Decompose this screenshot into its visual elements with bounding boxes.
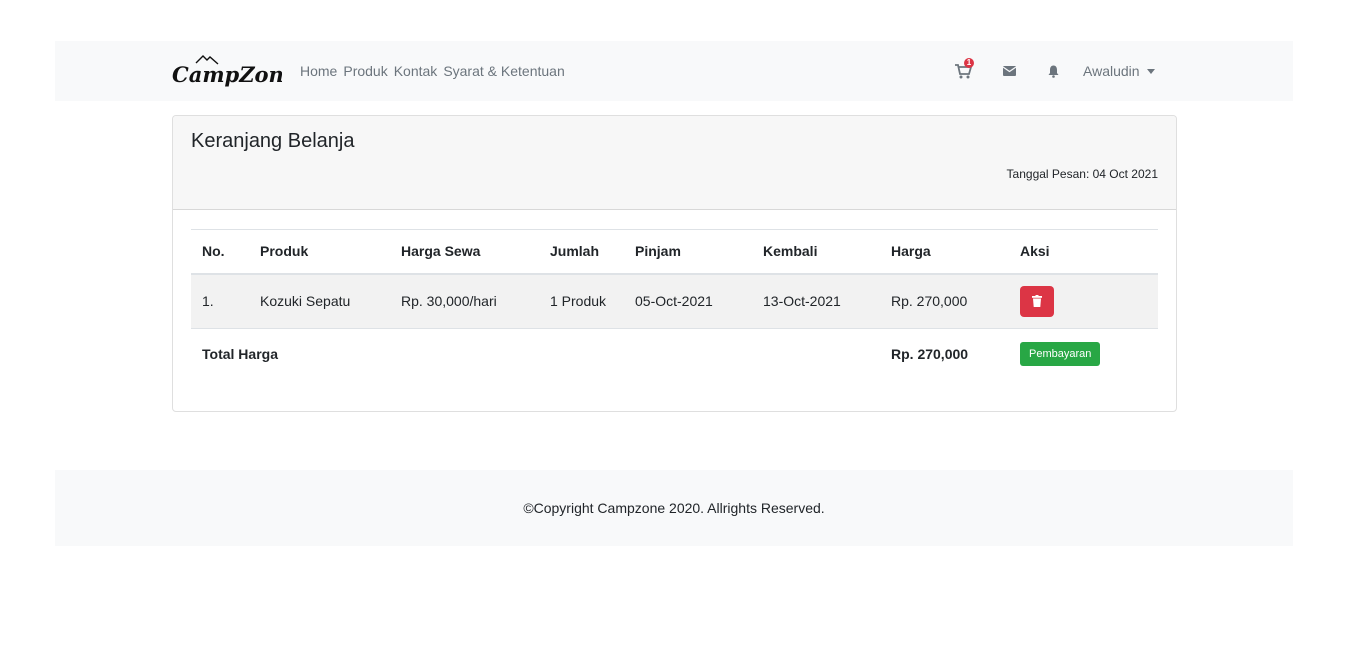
cart-card: Keranjang Belanja Tanggal Pesan: 04 Oct … — [172, 115, 1177, 412]
footer-copyright: ©Copyright Campzone 2020. Allrights Rese… — [523, 500, 825, 516]
page-title: Keranjang Belanja — [191, 130, 355, 152]
notifications-button[interactable] — [1043, 61, 1063, 81]
pay-button[interactable]: Pembayaran — [1020, 342, 1101, 367]
caret-down-icon — [1146, 68, 1155, 74]
cell-harga: Rp. 270,000 — [891, 293, 968, 310]
navbar: CampZone Home Produk Kontak Syarat & Ket… — [55, 41, 1293, 101]
cell-produk: Kozuki Sepatu — [260, 293, 351, 310]
cell-kembali: 13-Oct-2021 — [763, 293, 841, 310]
user-name: Awaludin — [1083, 63, 1140, 79]
nav-link-home[interactable]: Home — [300, 63, 337, 79]
cell-harga-sewa: Rp. 30,000/hari — [401, 293, 497, 310]
brand-logo[interactable]: CampZone — [172, 51, 297, 91]
envelope-icon — [1002, 66, 1016, 76]
cart-count-badge: 1 — [964, 58, 974, 68]
trash-icon — [1032, 295, 1042, 308]
total-row: Total Harga Rp. 270,000 Pembayaran — [191, 329, 1158, 380]
nav-links: Home Produk Kontak Syarat & Ketentuan — [300, 41, 571, 101]
footer: ©Copyright Campzone 2020. Allrights Rese… — [55, 470, 1293, 546]
cell-aksi — [1009, 274, 1158, 329]
nav-link-syarat[interactable]: Syarat & Ketentuan — [443, 63, 564, 79]
cell-no: 1. — [202, 293, 214, 310]
total-value: Rp. 270,000 — [891, 346, 969, 363]
table-header-row: No. Produk Harga Sewa Jumlah Pinjam Kemb… — [191, 229, 1158, 274]
cell-pay: Pembayaran — [1009, 329, 1158, 380]
cart-table: No. Produk Harga Sewa Jumlah Pinjam Kemb… — [191, 229, 1158, 380]
column-header-harga: Harga — [891, 243, 931, 260]
table-row: 1. Kozuki Sepatu Rp. 30,000/hari 1 Produ… — [191, 273, 1158, 329]
column-header-aksi: Aksi — [1020, 243, 1050, 260]
column-header-produk: Produk — [260, 243, 309, 260]
user-menu-dropdown[interactable]: Awaludin — [1083, 63, 1155, 79]
messages-button[interactable] — [999, 61, 1019, 81]
nav-link-kontak[interactable]: Kontak — [394, 63, 438, 79]
column-header-jumlah: Jumlah — [550, 243, 600, 260]
cell-pinjam: 05-Oct-2021 — [635, 293, 713, 310]
nav-right: 1 Awaludin — [953, 41, 1155, 101]
cart-button[interactable]: 1 — [953, 58, 974, 81]
order-date: Tanggal Pesan: 04 Oct 2021 — [1006, 167, 1158, 181]
column-header-harga-sewa: Harga Sewa — [401, 243, 481, 260]
nav-link-produk[interactable]: Produk — [343, 63, 387, 79]
column-header-pinjam: Pinjam — [635, 243, 681, 260]
delete-item-button[interactable] — [1020, 285, 1054, 317]
total-label: Total Harga — [202, 346, 278, 363]
cell-jumlah: 1 Produk — [550, 293, 607, 310]
svg-text:CampZone: CampZone — [172, 62, 282, 87]
bell-icon — [1048, 65, 1058, 78]
column-header-no: No. — [202, 243, 225, 260]
column-header-kembali: Kembali — [763, 243, 818, 260]
card-header: Keranjang Belanja Tanggal Pesan: 04 Oct … — [173, 116, 1176, 210]
